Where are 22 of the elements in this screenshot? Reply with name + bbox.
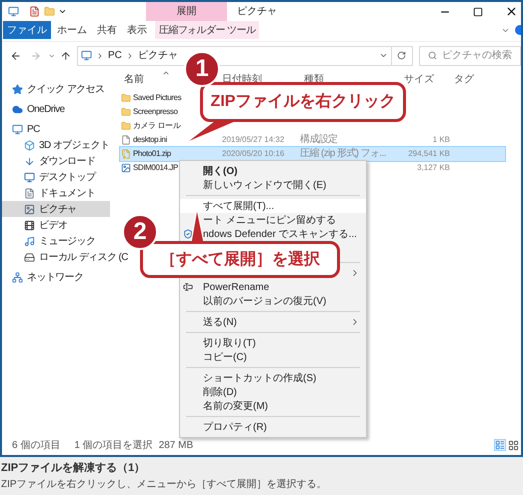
file-size: 294,541 KB	[407, 150, 450, 158]
callout-tooltip: ZIPファイルを右クリック	[200, 82, 406, 122]
file-name: Saved Pictures	[133, 94, 182, 102]
item-count: 6 個の項目	[12, 438, 60, 452]
window-title: ピクチャ	[237, 5, 277, 19]
file-name: カメラ ロール	[133, 122, 180, 130]
context-tab-header: 展開	[146, 2, 227, 21]
file-date: 2020/05/20 10:16	[221, 150, 286, 158]
file-size: 1 KB	[432, 136, 450, 144]
file-name: Photo01.zip	[133, 150, 171, 158]
file-name: Screenpresso	[133, 108, 178, 116]
file-date: 2019/05/27 14:32	[221, 136, 286, 144]
callout-tooltip: ［すべて展開］を選択	[140, 241, 340, 278]
selection-size: 287 MB	[158, 438, 194, 452]
file-name: desktop.ini	[133, 136, 167, 144]
selection-info: 1 個の項目を選択	[74, 438, 153, 452]
file-size: 3,127 KB	[416, 164, 450, 172]
file-name: SDIM0014.JP	[133, 164, 178, 172]
file-type: 圧縮 (zip 形式) フォ...	[300, 149, 387, 159]
caption-text: ZIPファイルを右クリックし、メニューから［すべて展開］を選択する。	[1, 478, 328, 492]
caption-title: ZIPファイルを解凍する（1）	[1, 460, 146, 476]
file-type: 構成設定	[300, 135, 339, 145]
